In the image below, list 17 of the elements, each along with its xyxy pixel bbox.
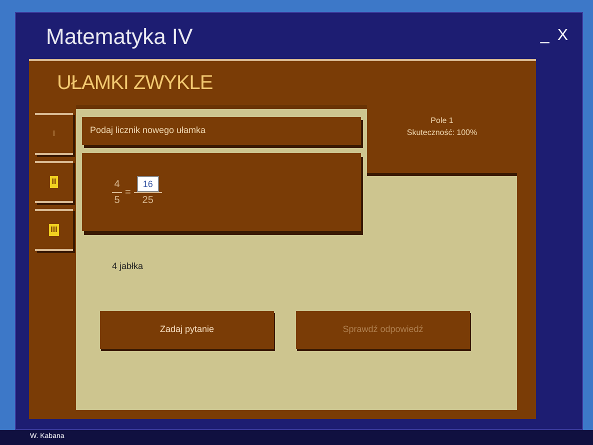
numerator: 4 [114, 178, 120, 192]
field-label: Pole 1 [430, 115, 454, 127]
level-tab[interactable]: I [35, 113, 73, 155]
minimize-button[interactable]: _ [538, 24, 552, 48]
level-tab[interactable]: III [35, 209, 73, 251]
score-label: Skuteczność: 100% [406, 127, 478, 139]
feedback-text: 4 jabłka [112, 261, 144, 271]
answer-field[interactable]: 16 [136, 176, 159, 192]
question-text: Podaj licznik nowego ułamka [90, 124, 206, 138]
section-heading: UŁAMKI ZWYKLE [57, 71, 213, 96]
close-button[interactable]: X [555, 24, 570, 48]
denominator: 25 [142, 194, 154, 208]
ask-question-button[interactable]: Zadaj pytanie [100, 311, 274, 349]
level-tab[interactable]: II [35, 161, 73, 203]
equals-sign: = [125, 186, 131, 200]
window-title: Matematyka IV [46, 22, 193, 51]
denominator: 5 [114, 194, 120, 208]
